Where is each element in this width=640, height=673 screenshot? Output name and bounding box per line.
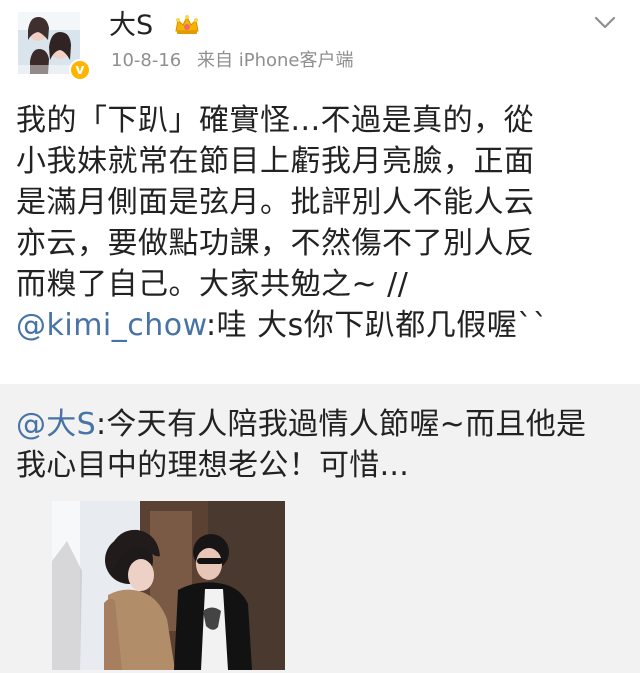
post-timestamp: 10-8-16 <box>111 50 182 71</box>
quoted-line-1-text: :今天有人陪我過情人節喔~而且他是 <box>95 407 587 442</box>
post-line-1: 我的「下趴」確實怪...不過是真的，從 <box>16 103 535 138</box>
crown-icon <box>175 15 199 34</box>
chevron-down-icon[interactable] <box>592 10 618 36</box>
attached-photo[interactable] <box>52 501 285 670</box>
reply-mention-link[interactable]: @kimi_chow <box>16 308 206 343</box>
quoted-post[interactable]: @大S:今天有人陪我過情人節喔~而且他是 我心目中的理想老公！可惜... <box>0 384 640 673</box>
post-source: 来自 iPhone客户端 <box>197 50 354 71</box>
quoted-post-text: @大S:今天有人陪我過情人節喔~而且他是 我心目中的理想老公！可惜... <box>16 404 616 486</box>
post-header: v 大S 10-8-16 来自 iPhone客户端 <box>0 0 640 88</box>
post-line-2: 小我妹就常在節目上虧我月亮臉，正面 <box>16 144 535 179</box>
verified-badge-icon: v <box>69 59 91 81</box>
post-body: 我的「下趴」確實怪...不過是真的，從 小我妹就常在節目上虧我月亮臉，正面 是滿… <box>16 100 616 346</box>
post-line-3: 是滿月側面是弦月。批評別人不能人云 <box>16 185 535 220</box>
reply-line: @kimi_chow:哇 大s你下趴都几假喔`` <box>16 305 616 346</box>
quoted-line-2: 我心目中的理想老公！可惜... <box>16 448 410 483</box>
quoted-line-1: @大S:今天有人陪我過情人節喔~而且他是 <box>16 404 616 445</box>
post-line-5: 而糗了自己。大家共勉之~ // <box>16 267 409 302</box>
weibo-post: v 大S 10-8-16 来自 iPhone客户端 我的「下趴」確實怪...不過… <box>0 0 640 673</box>
post-meta: 10-8-16 来自 iPhone客户端 <box>111 50 363 72</box>
post-line-4: 亦云，要做點功課，不然傷不了別人反 <box>16 226 535 261</box>
quoted-mention-link[interactable]: @大S <box>16 407 96 442</box>
username[interactable]: 大S <box>109 9 153 43</box>
reply-text: :哇 大s你下趴都几假喔`` <box>206 308 549 343</box>
photo-image <box>52 501 285 670</box>
